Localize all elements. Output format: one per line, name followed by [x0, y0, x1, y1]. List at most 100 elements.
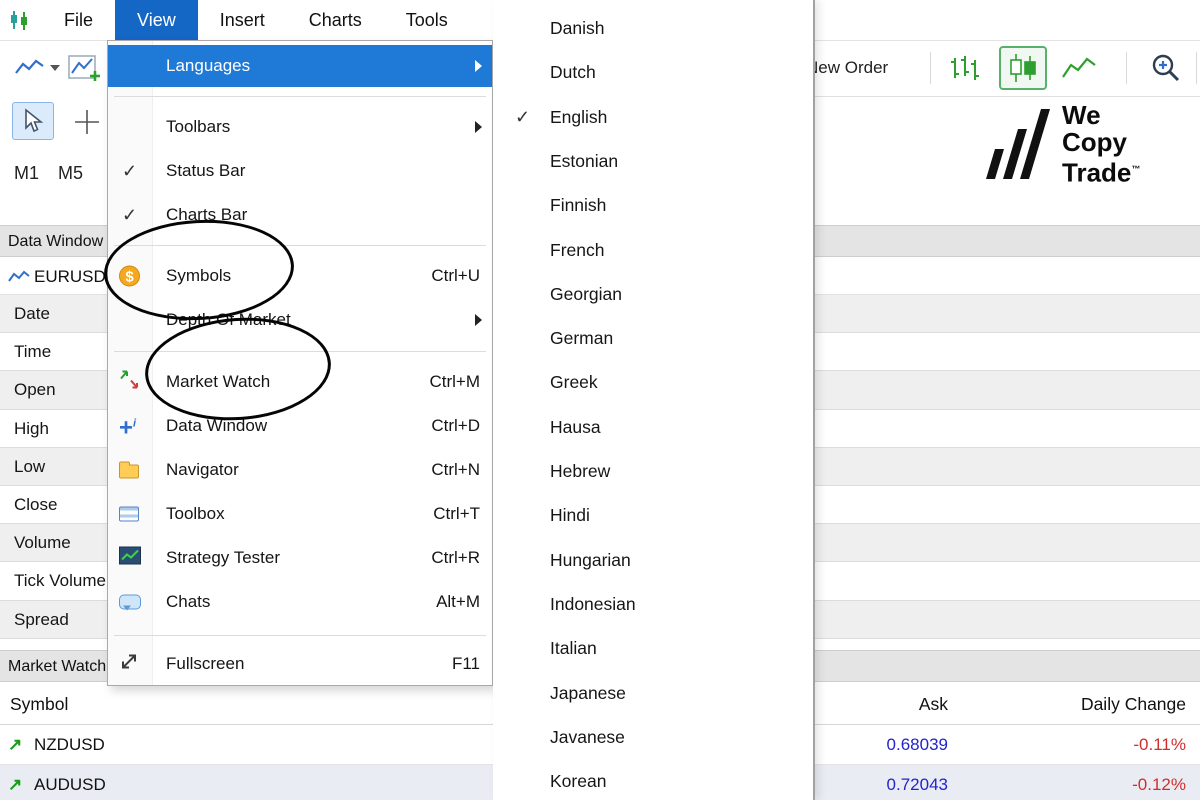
language-label: Greek	[550, 360, 598, 404]
column-header-symbol[interactable]: Symbol	[10, 683, 68, 725]
wecopytrade-logo: We Copy Trade™	[986, 102, 1140, 187]
menu-item-shortcut: Ctrl+U	[431, 255, 480, 297]
daily-change-value: -0.11%	[1133, 725, 1186, 764]
language-item-italian[interactable]: Italian	[493, 626, 813, 670]
language-label: Hungarian	[550, 538, 631, 582]
candlestick-chart-icon[interactable]	[999, 46, 1047, 90]
menu-tools[interactable]: Tools	[384, 0, 470, 40]
menubar-items: FileViewInsertChartsTools	[42, 0, 470, 40]
language-item-javanese[interactable]: Javanese	[493, 715, 813, 759]
language-item-hindi[interactable]: Hindi	[493, 493, 813, 537]
language-item-finnish[interactable]: Finnish	[493, 183, 813, 227]
timeframe-m1-button[interactable]: M1	[14, 147, 39, 199]
view-menu-item-status-bar[interactable]: ✓ Status Bar	[108, 150, 492, 192]
checkmark-icon: ✓	[122, 150, 137, 192]
navigator-icon	[119, 462, 139, 479]
data-window-row-label: Date	[14, 304, 50, 323]
bar-chart-icon[interactable]	[944, 50, 986, 86]
language-label: French	[550, 228, 604, 272]
logo-mark	[986, 107, 1052, 181]
toolbox-icon	[119, 507, 139, 522]
new-chart-icon[interactable]	[64, 50, 106, 86]
checkmark-icon: ✓	[515, 95, 530, 139]
cursor-tool-icon[interactable]	[12, 102, 54, 140]
language-item-greek[interactable]: Greek	[493, 360, 813, 404]
view-menu-item-toolbox[interactable]: Toolbox Ctrl+T	[108, 493, 492, 535]
fullscreen-icon	[119, 652, 139, 677]
logo-line-2: Copy	[1062, 129, 1140, 156]
menu-insert[interactable]: Insert	[198, 0, 287, 40]
market-watch-icon	[119, 370, 141, 395]
language-item-dutch[interactable]: Dutch	[493, 50, 813, 94]
daily-change-value: -0.12%	[1132, 765, 1186, 800]
line-chart-icon[interactable]	[1058, 50, 1100, 86]
languages-submenu: DanishDutch✓EnglishEstonianFinnishFrench…	[493, 0, 815, 800]
chats-icon	[119, 595, 141, 610]
language-label: Dutch	[550, 50, 596, 94]
view-menu-item-toolbars[interactable]: Toolbars	[108, 106, 492, 148]
view-menu-item-data-window[interactable]: +iData WindowCtrl+D	[108, 405, 492, 447]
strategy-tester-icon	[119, 547, 141, 570]
zoom-in-icon[interactable]	[1144, 48, 1188, 88]
language-item-hungarian[interactable]: Hungarian	[493, 538, 813, 582]
menu-view[interactable]: View	[115, 0, 198, 40]
view-menu-item-languages[interactable]: Languages	[108, 45, 492, 87]
menu-item-shortcut: Ctrl+N	[431, 449, 480, 491]
language-item-danish[interactable]: Danish	[493, 6, 813, 50]
menu-charts[interactable]: Charts	[287, 0, 384, 40]
language-item-japanese[interactable]: Japanese	[493, 671, 813, 715]
logo-text: We Copy Trade™	[1062, 102, 1140, 187]
menu-item-label: Chats	[166, 581, 210, 623]
language-label: Estonian	[550, 139, 618, 183]
language-label: Finnish	[550, 183, 606, 227]
view-menu-item-fullscreen[interactable]: FullscreenF11	[108, 643, 492, 685]
toolbar-separator	[930, 52, 931, 84]
language-label: Danish	[550, 6, 604, 50]
language-item-korean[interactable]: Korean	[493, 759, 813, 800]
data-window-row-label: Low	[14, 457, 45, 476]
checkmark-icon: ✓	[122, 194, 137, 236]
data-window-row-label: Open	[14, 380, 56, 399]
menu-separator	[114, 635, 486, 636]
line-chart-icon	[8, 270, 30, 284]
language-item-english[interactable]: ✓English	[493, 95, 813, 139]
app-window: FileViewInsertChartsTools New Order	[0, 0, 1200, 800]
menu-item-shortcut: Ctrl+T	[433, 493, 480, 535]
symbol-label: NZDUSD	[34, 725, 105, 764]
menu-file[interactable]: File	[42, 0, 115, 40]
timeframe-m5-button[interactable]: M5	[58, 147, 83, 199]
menu-separator	[114, 96, 486, 97]
logo-line-3: Trade™	[1062, 156, 1140, 187]
column-header-ask[interactable]: Ask	[919, 683, 948, 725]
view-menu-item-chats[interactable]: ChatsAlt+M	[108, 581, 492, 623]
language-label: German	[550, 316, 613, 360]
menu-item-label: Status Bar	[166, 150, 245, 192]
language-item-georgian[interactable]: Georgian	[493, 272, 813, 316]
language-label: Hausa	[550, 405, 601, 449]
menu-item-label: Languages	[166, 45, 250, 87]
language-label: Javanese	[550, 715, 625, 759]
ask-value: 0.72043	[887, 765, 948, 800]
toolbar-separator	[1126, 52, 1127, 84]
menu-item-label: Strategy Tester	[166, 537, 280, 579]
column-header-daily-change[interactable]: Daily Change	[1081, 683, 1186, 725]
chart-type-dropdown-icon[interactable]	[12, 52, 62, 84]
view-menu-item-strategy-tester[interactable]: Strategy TesterCtrl+R	[108, 537, 492, 579]
language-label: Hindi	[550, 493, 590, 537]
data-window-row-label: High	[14, 419, 49, 438]
menu-item-label: Fullscreen	[166, 643, 244, 685]
language-item-german[interactable]: German	[493, 316, 813, 360]
data-window-title: Data Window	[8, 233, 103, 250]
language-item-estonian[interactable]: Estonian	[493, 139, 813, 183]
language-item-indonesian[interactable]: Indonesian	[493, 582, 813, 626]
menu-item-label: Toolbox	[166, 493, 225, 535]
language-item-french[interactable]: French	[493, 228, 813, 272]
data-window-symbol: EURUSD	[34, 258, 106, 295]
language-label: Japanese	[550, 671, 626, 715]
language-item-hausa[interactable]: Hausa	[493, 405, 813, 449]
new-order-button[interactable]: New Order	[806, 40, 888, 96]
language-item-hebrew[interactable]: Hebrew	[493, 449, 813, 493]
view-menu-item-navigator[interactable]: NavigatorCtrl+N	[108, 449, 492, 491]
crosshair-tool-icon[interactable]	[68, 104, 106, 140]
submenu-arrow-icon	[475, 60, 482, 72]
